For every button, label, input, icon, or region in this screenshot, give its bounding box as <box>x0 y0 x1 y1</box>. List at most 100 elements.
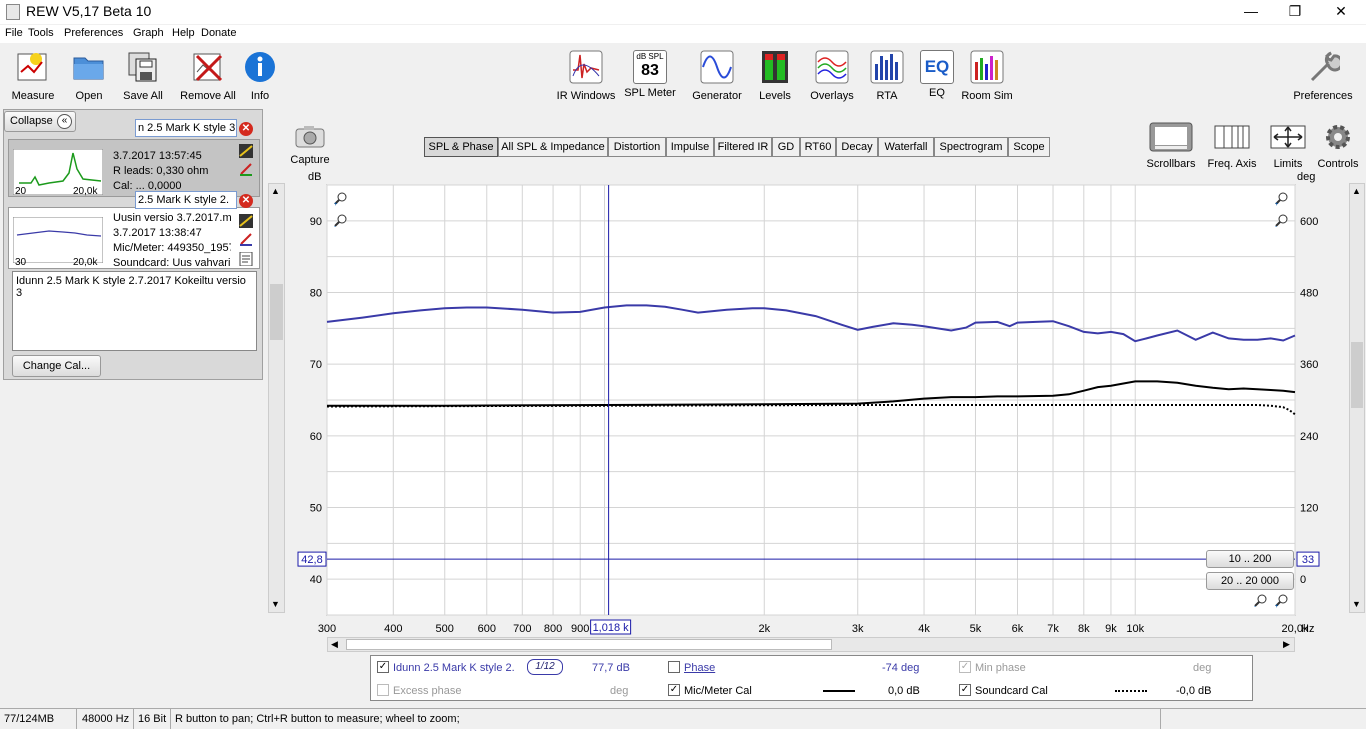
preferences-button[interactable]: Preferences <box>1290 50 1356 102</box>
tab-gd[interactable]: GD <box>772 137 800 157</box>
limits-button[interactable]: Limits <box>1266 122 1310 170</box>
panel-scroll-thumb[interactable] <box>270 284 283 340</box>
generator-button[interactable]: Generator <box>690 50 744 102</box>
legend-soundcard-cal-label: Soundcard Cal <box>975 685 1048 697</box>
tab-waterfall[interactable]: Waterfall <box>878 137 934 157</box>
y-right-tick-label: 120 <box>1300 503 1318 515</box>
graph-scroll-left-icon[interactable]: ◀ <box>331 639 338 650</box>
zoom-out-y-icon[interactable]: - <box>333 214 349 228</box>
restore-button[interactable]: ❐ <box>1272 0 1318 24</box>
capture-button[interactable]: Capture <box>288 124 332 166</box>
graph-vertical-scrollbar[interactable]: ▲ ▼ <box>1349 183 1365 613</box>
measurement-2-save-icon[interactable] <box>239 214 253 228</box>
legend-mic-cal-checkbox[interactable]: ✓ <box>668 684 680 697</box>
tab-distortion[interactable]: Distortion <box>608 137 666 157</box>
close-button[interactable]: ✕ <box>1318 0 1364 24</box>
measurement-2-description: Uusin versio 3.7.2017.m <box>113 212 231 224</box>
y-tick-label: 60 <box>310 431 322 443</box>
graph-horizontal-scrollbar[interactable]: ◀ ▶ <box>327 637 1295 652</box>
tab-scope[interactable]: Scope <box>1008 137 1050 157</box>
legend-excess-phase-label: Excess phase <box>393 685 462 697</box>
measurement-2-name-input[interactable] <box>135 191 237 209</box>
legend-phase-checkbox[interactable] <box>668 661 680 674</box>
zoom-in-y-right-icon[interactable]: + <box>1274 192 1290 206</box>
graph-vertical-scroll-thumb[interactable] <box>1351 342 1363 408</box>
range-20-20000-button[interactable]: 20 .. 20 000 <box>1206 572 1294 590</box>
spl-meter-label: SPL Meter <box>624 87 676 99</box>
zoom-in-y-icon[interactable]: + <box>333 192 349 206</box>
menu-help[interactable]: Help <box>172 27 195 39</box>
menu-tools[interactable]: Tools <box>28 27 54 39</box>
status-hint: R button to pan; Ctrl+R button to measur… <box>175 713 460 725</box>
graph-scroll-right-icon[interactable]: ▶ <box>1283 639 1290 650</box>
x-tick-label: 500 <box>436 623 454 635</box>
spl-phase-chart[interactable]: 300 400 500 600 700 800 900 2k 3k 4k 5k 6k 7k 8k 9k 10k… <box>285 180 1349 640</box>
graph-horizontal-scroll-thumb[interactable] <box>346 639 832 650</box>
room-sim-label: Room Sim <box>961 90 1013 102</box>
range-10-200-button[interactable]: 10 .. 200 <box>1206 550 1294 568</box>
freq-axis-button[interactable]: Freq. Axis <box>1204 122 1260 170</box>
scrollbars-button[interactable]: Scrollbars <box>1144 122 1198 170</box>
zoom-out-y-right-icon[interactable]: - <box>1274 214 1290 228</box>
open-button[interactable]: Open <box>66 50 112 102</box>
graph-scroll-up-icon[interactable]: ▲ <box>1352 186 1361 196</box>
menu-file[interactable]: File <box>5 27 23 39</box>
minimize-button[interactable]: — <box>1228 0 1274 24</box>
collapse-button[interactable]: Collapse « <box>4 111 76 132</box>
panel-scrollbar[interactable]: ▲ ▼ <box>268 183 285 613</box>
room-sim-button[interactable]: Room Sim <box>960 50 1014 102</box>
eq-button[interactable]: EQ EQ <box>918 50 956 99</box>
limits-label: Limits <box>1273 158 1303 170</box>
tab-spectrogram[interactable]: Spectrogram <box>934 137 1008 157</box>
measurement-item-2[interactable]: 2 30 20,0k Uusin versio 3.7.2017.m 3.7.2… <box>8 191 260 269</box>
controls-label: Controls <box>1317 158 1359 170</box>
measurement-2-color-icon[interactable] <box>239 232 253 246</box>
info-icon <box>245 52 275 82</box>
measurement-1-name-input[interactable] <box>135 119 237 137</box>
legend-mic-cal-value: 0,0 dB <box>888 685 920 697</box>
measure-label: Measure <box>11 90 55 102</box>
legend-soundcard-cal-checkbox[interactable]: ✓ <box>959 684 971 697</box>
remove-all-button[interactable]: Remove All <box>178 50 238 102</box>
info-button[interactable]: Info <box>242 50 278 102</box>
zoom-in-x-icon[interactable]: - <box>1253 594 1269 608</box>
measurement-2-notes-icon[interactable] <box>239 252 253 266</box>
menu-donate[interactable]: Donate <box>201 27 236 39</box>
rta-button[interactable]: RTA <box>868 50 906 102</box>
generator-label: Generator <box>692 90 742 102</box>
measurement-2-close-icon[interactable]: ✕ <box>239 194 253 208</box>
measurement-item-1[interactable]: 1 20 20,0k 3.7.2017 13:57:45 R leads: 0,… <box>8 119 260 197</box>
measurement-1-close-icon[interactable]: ✕ <box>239 122 253 136</box>
tab-all-spl-impedance[interactable]: All SPL & Impedance <box>498 137 608 157</box>
spl-meter-button[interactable]: dB SPL 83 SPL Meter <box>622 50 678 99</box>
menu-graph[interactable]: Graph <box>133 27 164 39</box>
panel-scroll-up-icon[interactable]: ▲ <box>271 186 280 196</box>
tab-decay[interactable]: Decay <box>836 137 878 157</box>
smoothing-badge[interactable]: 1/12 <box>527 659 563 675</box>
x-tick-label: 700 <box>513 623 531 635</box>
controls-button[interactable]: Controls <box>1314 122 1362 170</box>
zoom-out-x-icon[interactable]: + <box>1274 594 1290 608</box>
tab-impulse[interactable]: Impulse <box>666 137 714 157</box>
tab-spl-phase[interactable]: SPL & Phase <box>424 137 498 157</box>
measure-button[interactable]: Measure <box>8 50 58 102</box>
measurement-notes[interactable]: Idunn 2.5 Mark K style 2.7.2017 Kokeiltu… <box>12 271 257 351</box>
legend-measurement-checkbox[interactable]: ✓ <box>377 661 389 674</box>
ir-windows-button[interactable]: IR Windows <box>556 50 616 102</box>
measurement-1-save-icon[interactable] <box>239 144 253 158</box>
save-all-button[interactable]: Save All <box>118 50 168 102</box>
levels-button[interactable]: Levels <box>754 50 796 102</box>
room-sim-icon <box>970 50 1004 84</box>
graph-scroll-down-icon[interactable]: ▼ <box>1352 599 1361 609</box>
panel-scroll-down-icon[interactable]: ▼ <box>271 599 280 609</box>
y-tick-label: 80 <box>310 288 322 300</box>
ir-windows-icon <box>569 50 603 84</box>
measurement-1-color-icon[interactable] <box>239 162 253 176</box>
tab-rt60[interactable]: RT60 <box>800 137 836 157</box>
tab-filtered-ir[interactable]: Filtered IR <box>714 137 772 157</box>
measurement-2-date: 3.7.2017 13:38:47 <box>113 227 202 239</box>
menu-preferences[interactable]: Preferences <box>64 27 123 39</box>
overlays-button[interactable]: Overlays <box>806 50 858 102</box>
svg-text:+: + <box>1275 604 1279 608</box>
change-cal-button[interactable]: Change Cal... <box>12 355 101 377</box>
